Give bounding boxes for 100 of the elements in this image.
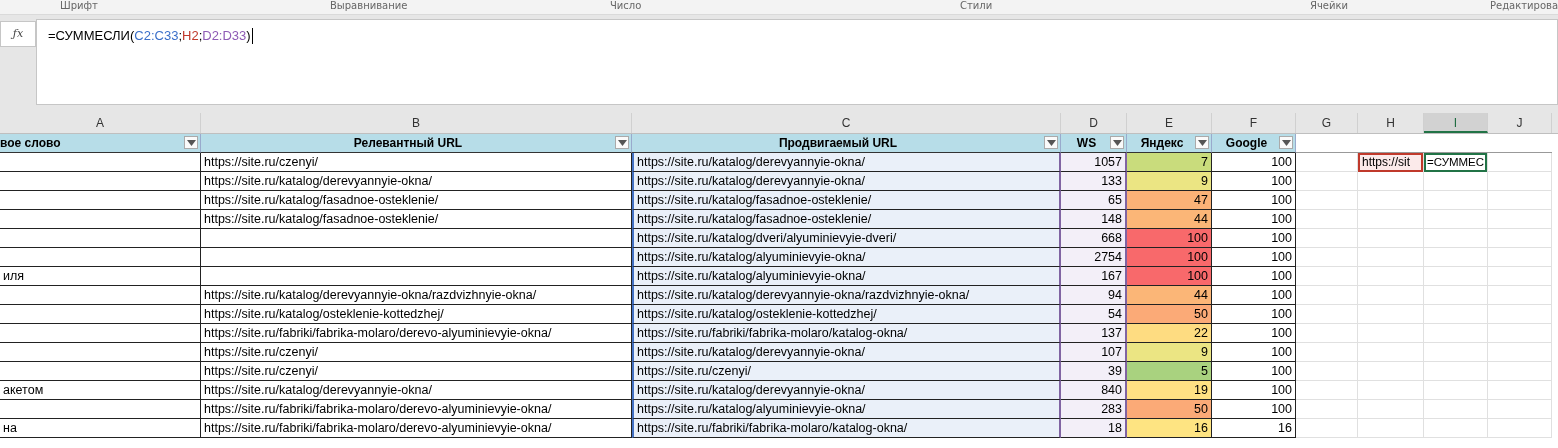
formula-input[interactable]: =СУММЕСЛИ(C2:C33;H2;D2:D33)	[36, 19, 1558, 105]
filter-dropdown-icon[interactable]	[1195, 136, 1209, 149]
relevant-url-cell: https://site.ru/katalog/fasadnoe-osteklenie/	[201, 191, 632, 210]
google-cell: 16	[1212, 419, 1296, 438]
empty-cell	[1424, 343, 1488, 362]
column-header[interactable]: D	[1061, 113, 1127, 133]
promoted-url-cell: https://site.ru/czenyi/	[632, 362, 1061, 381]
empty-cell	[1488, 381, 1552, 400]
promoted-url-cell: https://site.ru/katalog/alyuminievyie-okna/	[632, 400, 1061, 419]
keyword-cell: акетом	[0, 381, 201, 400]
empty-cell	[1488, 286, 1552, 305]
empty-cell	[1296, 172, 1358, 191]
ws-cell: 668	[1061, 229, 1127, 248]
relevant-url-cell: https://site.ru/katalog/fasadnoe-osteklenie/	[201, 210, 632, 229]
google-cell: 100	[1212, 343, 1296, 362]
empty-cell	[1358, 400, 1424, 419]
empty-cell	[1488, 248, 1552, 267]
google-cell: 100	[1212, 191, 1296, 210]
ws-cell: 18	[1061, 419, 1127, 438]
empty-cell	[1488, 172, 1552, 191]
yandex-cell: 22	[1127, 324, 1212, 343]
column-header[interactable]: A	[0, 113, 201, 133]
empty-cell	[1424, 210, 1488, 229]
column-header[interactable]: C	[632, 113, 1061, 133]
relevant-url-cell: https://site.ru/fabriki/fabrika-molaro/derevo-alyuminievyie-okna/	[201, 400, 632, 419]
column-header[interactable]: J	[1488, 113, 1552, 133]
promoted-url-cell: https://site.ru/katalog/derevyannyie-okna/	[632, 343, 1061, 362]
promoted-url-cell: https://site.ru/katalog/fasadnoe-osteklenie/	[632, 191, 1061, 210]
google-cell: 100	[1212, 362, 1296, 381]
empty-cell	[1424, 229, 1488, 248]
keyword-cell: на	[0, 419, 201, 438]
promoted-url-cell: https://site.ru/katalog/alyuminievyie-okna/	[632, 248, 1061, 267]
ws-cell: 94	[1061, 286, 1127, 305]
google-cell: 100	[1212, 172, 1296, 191]
empty-cell	[1488, 153, 1552, 172]
promoted-url-cell: https://site.ru/katalog/derevyannyie-okna/	[632, 172, 1061, 191]
yandex-cell: 9	[1127, 172, 1212, 191]
google-cell: 100	[1212, 267, 1296, 286]
google-cell: 100	[1212, 305, 1296, 324]
ws-cell: 2754	[1061, 248, 1127, 267]
empty-cell	[1488, 267, 1552, 286]
promoted-url-cell: https://site.ru/katalog/derevyannyie-okna/	[632, 381, 1061, 400]
active-cell[interactable]: =СУММЕС	[1424, 153, 1487, 172]
empty-cell	[1296, 191, 1358, 210]
relevant-url-cell: https://site.ru/fabriki/fabrika-molaro/derevo-alyuminievyie-okna/	[201, 324, 632, 343]
relevant-url-cell: https://site.ru/czenyi/	[201, 153, 632, 172]
column-header[interactable]: B	[201, 113, 632, 133]
empty-cell	[1358, 248, 1424, 267]
yandex-cell: 50	[1127, 400, 1212, 419]
filter-dropdown-icon[interactable]	[184, 136, 198, 149]
relevant-url-cell: https://site.ru/czenyi/	[201, 343, 632, 362]
ribbon-group-label: Шрифт	[60, 0, 98, 12]
table-header: Релевантный URL	[353, 136, 463, 150]
empty-cell	[1296, 362, 1358, 381]
column-header[interactable]: I	[1424, 113, 1488, 133]
relevant-url-cell: https://site.ru/katalog/osteklenie-kottedzhej/	[201, 305, 632, 324]
ribbon-group-label: Стили	[960, 0, 993, 12]
ws-cell: 65	[1061, 191, 1127, 210]
yandex-cell: 50	[1127, 305, 1212, 324]
empty-cell	[1296, 400, 1358, 419]
empty-cell	[1358, 210, 1424, 229]
ws-cell: 107	[1061, 343, 1127, 362]
yandex-cell: 9	[1127, 343, 1212, 362]
filter-dropdown-icon[interactable]	[1044, 136, 1058, 149]
ribbon-group-label: Выравнивание	[330, 0, 408, 12]
empty-cell	[1424, 286, 1488, 305]
relevant-url-cell: https://site.ru/katalog/derevyannyie-okna/razdvizhnyie-okna/	[201, 286, 632, 305]
filter-dropdown-icon[interactable]	[1110, 136, 1124, 149]
table-header: Яндекс	[1140, 136, 1185, 150]
empty-cell	[1296, 248, 1358, 267]
empty-cell	[1296, 286, 1358, 305]
ws-cell: 39	[1061, 362, 1127, 381]
promoted-url-cell: https://site.ru/fabriki/fabrika-molaro/katalog-okna/	[632, 324, 1061, 343]
promoted-url-cell: https://site.ru/fabriki/fabrika-molaro/katalog-okna/	[632, 419, 1061, 438]
ribbon-group-label: Число	[610, 0, 642, 12]
empty-cell	[1488, 210, 1552, 229]
empty-cell	[1296, 305, 1358, 324]
ribbon-group-label: Ячейки	[1310, 0, 1349, 12]
relevant-url-cell: https://site.ru/katalog/derevyannyie-okna/	[201, 172, 632, 191]
ws-cell: 54	[1061, 305, 1127, 324]
ws-cell: 137	[1061, 324, 1127, 343]
google-cell: 100	[1212, 210, 1296, 229]
empty-cell	[1296, 343, 1358, 362]
yandex-cell: 100	[1127, 229, 1212, 248]
empty-cell	[1488, 324, 1552, 343]
column-header[interactable]: F	[1212, 113, 1296, 133]
filter-dropdown-icon[interactable]	[615, 136, 629, 149]
filter-dropdown-icon[interactable]	[1279, 136, 1293, 149]
column-header[interactable]: E	[1127, 113, 1212, 133]
yandex-cell: 5	[1127, 362, 1212, 381]
empty-cell	[1358, 191, 1424, 210]
table-header: Google	[1225, 136, 1269, 150]
table-header: WS	[1076, 136, 1098, 150]
empty-cell	[1358, 229, 1424, 248]
function-icon[interactable]: ƒx	[0, 21, 36, 47]
relevant-url-cell: https://site.ru/fabriki/fabrika-molaro/derevo-alyuminievyie-okna/	[201, 419, 632, 438]
empty-cell	[1296, 229, 1358, 248]
empty-cell	[1424, 381, 1488, 400]
google-cell: 100	[1212, 229, 1296, 248]
column-header[interactable]: G	[1296, 113, 1358, 133]
